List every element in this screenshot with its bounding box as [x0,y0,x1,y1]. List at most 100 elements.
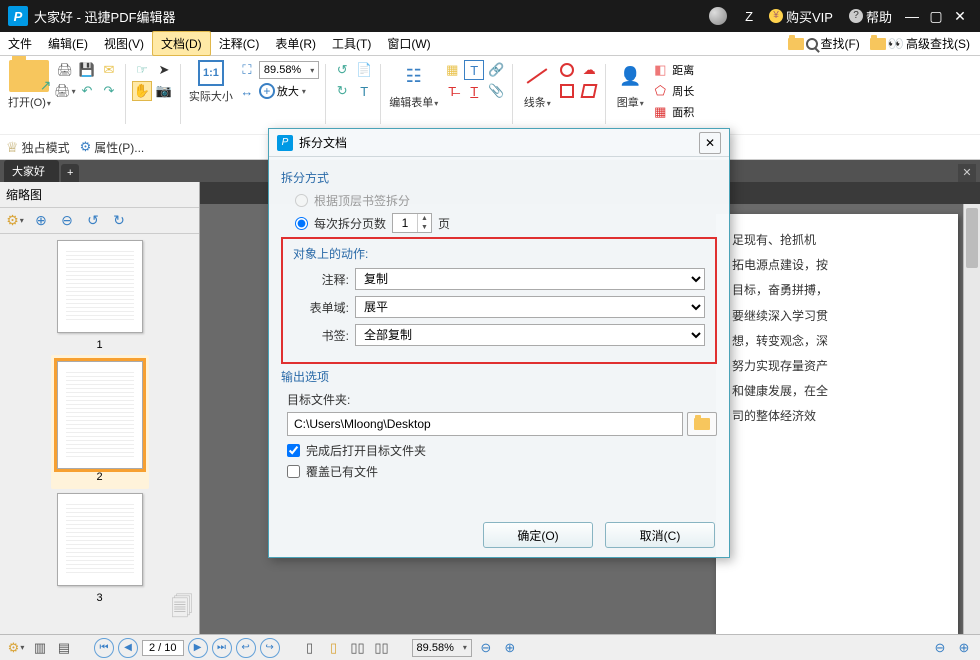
cursor-arrow-icon[interactable]: ➤ [154,60,174,80]
select-comment-action[interactable]: 复制 [355,268,705,290]
buy-vip-button[interactable]: ¥购买VIP [769,7,833,26]
menu-file[interactable]: 文件 [0,32,40,55]
close-tab-button[interactable]: ✕ [958,164,976,182]
radio-per-pages-row[interactable]: 每次拆分页数 ▲▼ 页 [295,213,717,233]
minimize-button[interactable]: — [900,8,924,24]
pages-spinner-input[interactable] [393,216,417,230]
print-icon[interactable]: 🖨 [55,60,75,80]
last-page-button[interactable]: ⏭ [212,638,232,658]
perimeter-icon[interactable]: ⬠ [650,81,670,101]
radio-per-pages[interactable] [295,217,308,230]
scrollbar-thumb[interactable] [966,208,978,268]
strikeout-icon[interactable]: T̶ [442,81,462,101]
sb-view3-icon[interactable]: ▯▯ [348,638,368,658]
thumb-rotate-ccw-icon[interactable]: ↺ [82,210,104,232]
redo-icon[interactable]: ↷ [99,81,119,101]
find-button[interactable]: 查找(F) [784,33,863,54]
menu-window[interactable]: 窗口(W) [379,32,438,55]
prev-page-button[interactable]: ◀ [118,638,138,658]
edit-form-button[interactable]: ☷ 编辑表单▾ [387,60,440,110]
thumb-rotate-cw-icon[interactable]: ↻ [108,210,130,232]
zoom-in-icon[interactable]: + [259,83,275,99]
fit-width-icon[interactable]: ↔ [237,81,257,101]
sb-view1-icon[interactable]: ▯ [300,638,320,658]
lines-button[interactable]: 线条▾ [519,60,555,110]
sb-view2-icon[interactable]: ▯ [324,638,344,658]
text-tool-icon[interactable]: T [354,81,374,101]
forward-button[interactable]: ↪ [260,638,280,658]
text-box-icon[interactable]: T [464,60,484,80]
area-icon[interactable]: ▦ [650,102,670,122]
open-button[interactable]: 打开(O)▾ [6,60,53,110]
sb-zoom-in-icon[interactable]: ⊕ [500,638,520,658]
status-zoom-combo[interactable]: 89.58%▾ [412,639,472,657]
sb-layout1-icon[interactable]: ▥ [30,638,50,658]
thumb-options-icon[interactable]: ⚙▾ [4,210,26,232]
menu-document[interactable]: 文档(D) [152,31,211,56]
save-icon[interactable]: 💾 [77,60,97,80]
pages-spinner[interactable]: ▲▼ [392,213,432,233]
sb-layout2-icon[interactable]: ▤ [54,638,74,658]
dialog-close-button[interactable]: ✕ [699,132,721,154]
attach-icon[interactable]: 📎 [486,81,506,101]
cloud-icon[interactable]: ☁ [579,60,599,80]
highlight-icon[interactable]: ▦ [442,60,462,80]
cancel-button[interactable]: 取消(C) [605,522,715,548]
browse-folder-button[interactable] [687,412,717,436]
cursor-hand-icon[interactable]: ☞ [132,60,152,80]
underline-icon[interactable]: T [464,81,484,101]
thumb-enlarge-icon[interactable]: ⊕ [30,210,52,232]
page-indicator[interactable]: 2 / 10 [142,640,184,656]
first-page-button[interactable]: ⏮ [94,638,114,658]
exclusive-mode-button[interactable]: ♕独占模式 [6,139,70,156]
add-tab-button[interactable]: + [61,164,79,182]
sb-view4-icon[interactable]: ▯▯ [372,638,392,658]
menu-tool[interactable]: 工具(T) [324,32,379,55]
spinner-down-icon[interactable]: ▼ [418,223,431,232]
sb-zoom-in2-icon[interactable]: ⊕ [954,638,974,658]
advanced-find-button[interactable]: 👀高级查找(S) [866,33,974,54]
eraser-icon[interactable]: ◧ [650,60,670,80]
globe-icon[interactable] [709,7,727,25]
select-form-action[interactable]: 展平 [355,296,705,318]
rect-icon[interactable] [557,81,577,101]
polygon-icon[interactable] [579,81,599,101]
snapshot-icon[interactable]: 📷 [154,81,174,101]
doc-tab-1[interactable]: 大家好 [4,160,59,182]
menu-form[interactable]: 表单(R) [267,32,324,55]
thumbnail-page[interactable] [57,240,143,333]
checkbox-open-after[interactable] [287,444,300,457]
perimeter-label[interactable]: 周长 [672,83,694,99]
oval-icon[interactable] [557,60,577,80]
pdf-page[interactable]: 足现有、抢抓机 拓电源点建设，按 目标，奋勇拼搏， 要继续深入学习贯 想，转变观… [716,214,958,634]
ok-button[interactable]: 确定(O) [483,522,593,548]
thumbnails-list[interactable]: 1 2 3 🗐 [0,234,199,634]
menu-comment[interactable]: 注释(C) [211,32,268,55]
user-label[interactable]: Z [745,9,753,24]
close-button[interactable]: ✕ [948,8,972,25]
print-dd-icon[interactable]: 🖨▾ [55,81,75,101]
status-options-icon[interactable]: ⚙▾ [6,638,26,658]
link-icon[interactable]: 🔗 [486,60,506,80]
sb-zoom-out-icon[interactable]: ⊖ [476,638,496,658]
checkbox-overwrite[interactable] [287,465,300,478]
fit-page-icon[interactable]: ⛶ [237,60,257,80]
thumbnail-page[interactable] [57,361,143,469]
select-bookmark-action[interactable]: 全部复制 [355,324,705,346]
spinner-up-icon[interactable]: ▲ [418,214,431,223]
stamp-button[interactable]: 👤 图章▾ [612,60,648,110]
back-button[interactable]: ↩ [236,638,256,658]
actual-size-button[interactable]: 1:1 实际大小 [187,60,235,104]
thumbnail-page[interactable] [57,493,143,586]
distance-label[interactable]: 距离 [672,62,694,78]
menu-edit[interactable]: 编辑(E) [40,32,96,55]
rotate-cw-icon[interactable]: ↻ [332,81,352,101]
dest-folder-input[interactable] [287,412,683,436]
properties-button[interactable]: ⚙属性(P)... [80,139,145,156]
help-button[interactable]: ?帮助 [849,7,892,26]
next-page-button[interactable]: ▶ [188,638,208,658]
radio-top-bookmark-row[interactable]: 根据顶层书签拆分 [295,192,717,209]
hand-tool-icon[interactable]: ✋ [132,81,152,101]
doc-props-icon[interactable]: 📄 [354,60,374,80]
area-label[interactable]: 面积 [672,104,694,120]
